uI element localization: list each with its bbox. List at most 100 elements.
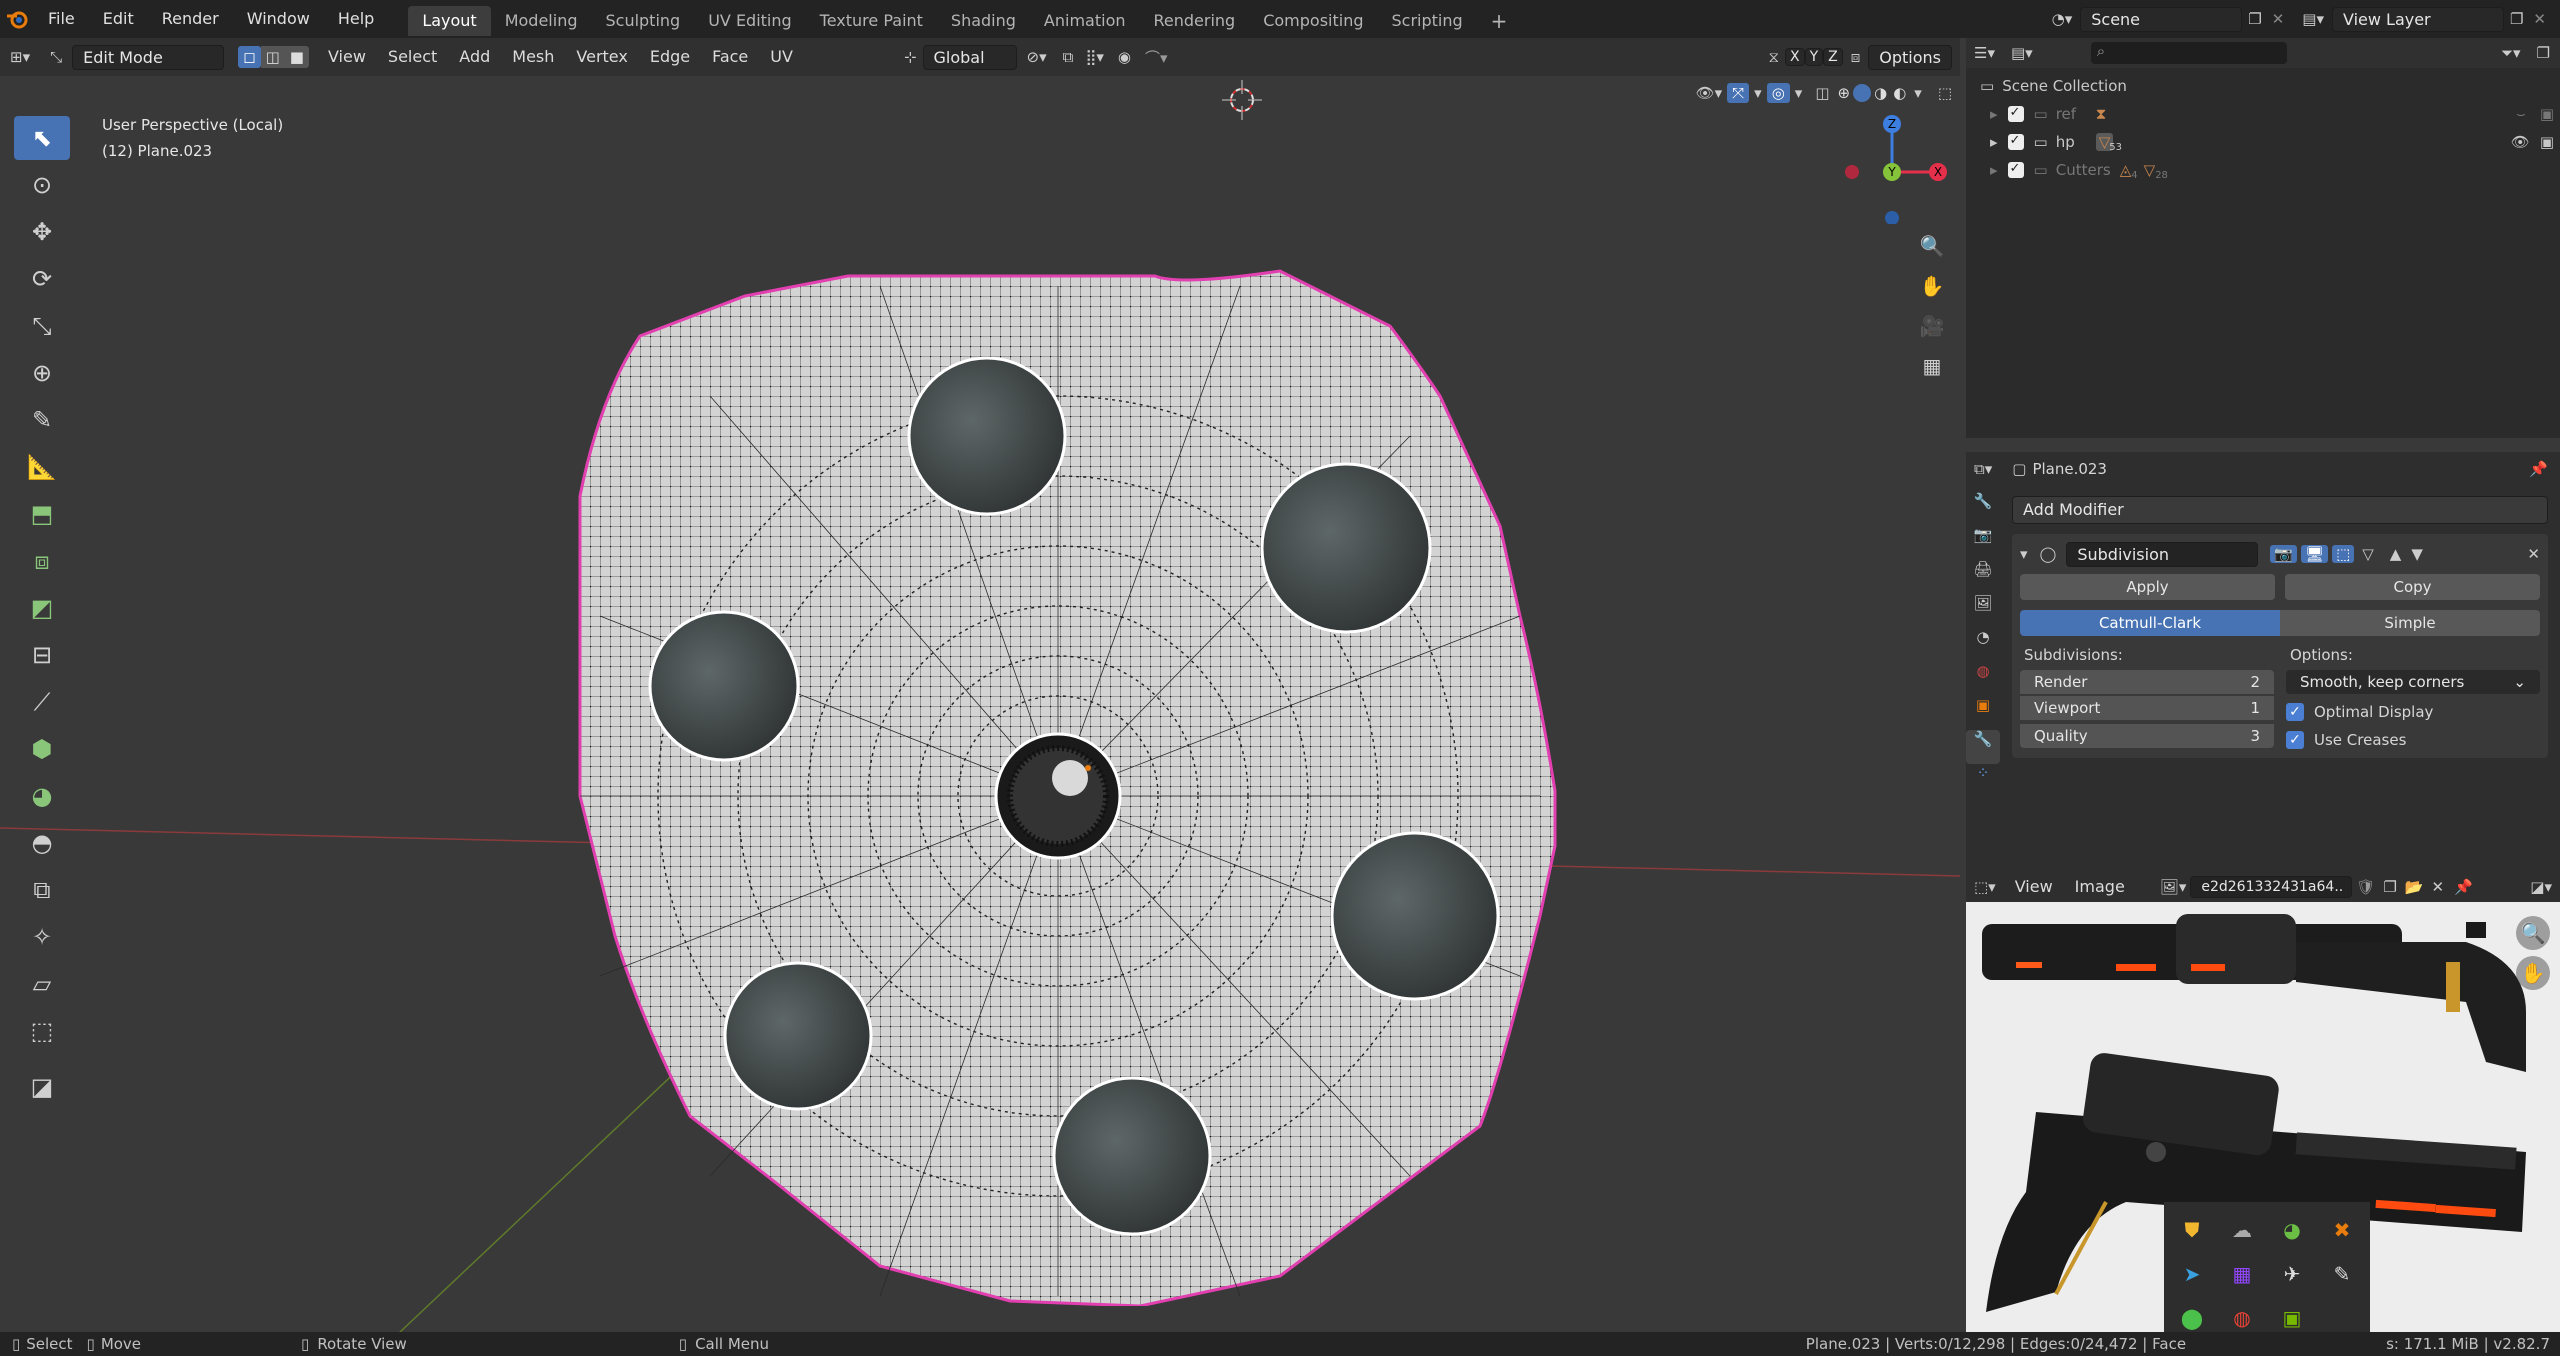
move-down-icon[interactable]: ▼ xyxy=(2411,545,2423,563)
vp-menu-vertex[interactable]: Vertex xyxy=(565,38,638,76)
vp-menu-edge[interactable]: Edge xyxy=(639,38,701,76)
vp-menu-uv[interactable]: UV xyxy=(759,38,804,76)
camera-view-icon[interactable]: 🎥 xyxy=(1912,306,1952,346)
spin-icon[interactable]: ◕ xyxy=(14,774,70,818)
add-modifier-dropdown[interactable]: Add Modifier xyxy=(2012,496,2548,524)
viewport-levels-field[interactable]: Viewport 1 xyxy=(2020,696,2274,720)
show-in-editmode-icon[interactable]: 📷 xyxy=(2270,545,2298,563)
collection-checkbox[interactable] xyxy=(2007,105,2024,122)
rip-icon[interactable]: ⬚ xyxy=(14,1009,70,1053)
transform-icon[interactable]: ⊕ xyxy=(14,351,70,395)
cloud-icon[interactable]: ☁ xyxy=(2222,1210,2262,1250)
use-creases-row[interactable]: ✓ Use Creases xyxy=(2286,728,2540,752)
expand-arrow-icon[interactable]: ▸ xyxy=(1990,133,1998,151)
move-up-icon[interactable]: ▲ xyxy=(2390,545,2402,563)
tab-compositing[interactable]: Compositing xyxy=(1249,6,1377,36)
mode-selector[interactable]: Edit Mode xyxy=(72,44,225,70)
tool-app-icon[interactable]: ✖ xyxy=(2322,1210,2362,1250)
display-mode-icon[interactable]: ▤▾ xyxy=(2003,44,2041,62)
blender-logo-icon[interactable] xyxy=(0,0,34,38)
collection-checkbox[interactable] xyxy=(2007,133,2024,150)
menu-file[interactable]: File xyxy=(34,0,89,38)
knife-icon[interactable]: ⟋ xyxy=(14,680,70,724)
vp-menu-view[interactable]: View xyxy=(317,38,377,76)
menu-edit[interactable]: Edit xyxy=(89,0,148,38)
tab-shading[interactable]: Shading xyxy=(937,6,1030,36)
menu-help[interactable]: Help xyxy=(324,0,388,38)
world-tab-icon[interactable]: ◍ xyxy=(1966,662,2000,696)
use-creases-checkbox[interactable]: ✓ xyxy=(2286,731,2304,749)
pin-icon[interactable]: 📌 xyxy=(2517,460,2560,478)
cursor-icon[interactable]: ⊙ xyxy=(14,163,70,207)
snap-icon[interactable]: ⧉ xyxy=(1057,48,1080,66)
apply-button[interactable]: Apply xyxy=(2020,574,2275,600)
img-menu-view[interactable]: View xyxy=(2004,872,2064,902)
show-editmode-icon[interactable]: ⬚ xyxy=(2332,545,2355,563)
twitch-icon[interactable]: ▦ xyxy=(2222,1254,2262,1294)
tab-sculpting[interactable]: Sculpting xyxy=(591,6,694,36)
render-camera-icon[interactable]: ▣ xyxy=(2540,133,2554,151)
shrink-fatten-icon[interactable]: ✧ xyxy=(14,915,70,959)
tweak-icon[interactable]: ⤡ xyxy=(40,48,72,66)
render-camera-icon[interactable]: ▣ xyxy=(2540,105,2554,123)
tab-texture-paint[interactable]: Texture Paint xyxy=(806,6,937,36)
pan-hand-icon[interactable]: ✋ xyxy=(2516,956,2550,990)
inset-icon[interactable]: ⧈ xyxy=(14,539,70,583)
image-browse-icon[interactable]: 🖼▾ xyxy=(2136,878,2191,896)
render-tab-icon[interactable]: 📷 xyxy=(1966,526,2000,560)
scene-tab-icon[interactable]: ◔ xyxy=(1966,628,2000,662)
delete-scene-icon[interactable]: ✕ xyxy=(2268,10,2295,28)
scale-icon[interactable]: ⤡ xyxy=(14,304,70,348)
hide-eye-icon[interactable]: ⌣ xyxy=(2516,105,2526,123)
shear-icon[interactable]: ▱ xyxy=(14,962,70,1006)
properties-editor-icon[interactable]: ⧉▾ xyxy=(1966,460,2000,478)
display-channels-icon[interactable]: ◪▾ xyxy=(2522,878,2560,896)
navigation-gizmo[interactable]: Z X Y xyxy=(1830,114,1950,224)
bevel-icon[interactable]: ◩ xyxy=(14,586,70,630)
options-dropdown[interactable]: Options xyxy=(1868,44,1952,70)
smooth-icon[interactable]: ◓ xyxy=(14,821,70,865)
pin-icon[interactable]: 📌 xyxy=(2448,878,2479,896)
show-viewport-icon[interactable]: 🖥 xyxy=(2301,545,2329,563)
edge-select-icon[interactable]: ◫ xyxy=(260,46,285,68)
extrude-icon[interactable]: ⬒ xyxy=(14,492,70,536)
fake-user-icon[interactable]: 🛡 xyxy=(2352,878,2379,896)
expand-arrow-icon[interactable]: ▸ xyxy=(1990,161,1998,179)
tab-rendering[interactable]: Rendering xyxy=(1140,6,1250,36)
scene-collection-row[interactable]: ▭ Scene Collection xyxy=(1980,72,2560,100)
poly-build-icon[interactable]: ⬢ xyxy=(14,727,70,771)
outliner-item-ref[interactable]: ▸ ▭ ref ⧗ ⌣ ▣ xyxy=(1980,100,2560,128)
visible-eye-icon[interactable]: 👁 xyxy=(2511,133,2530,151)
optimal-display-row[interactable]: ✓ Optimal Display xyxy=(2286,700,2540,724)
uv-sync-icon[interactable]: ⧈ xyxy=(1843,48,1869,66)
vertex-select-icon[interactable]: ◻ xyxy=(238,46,261,68)
add-workspace-icon[interactable]: + xyxy=(1477,6,1522,36)
outliner-item-cutters[interactable]: ▸ ▭ Cutters ◬ 4 ▽ 28 xyxy=(1980,156,2560,184)
mirror-icon[interactable]: ⧖ xyxy=(1762,48,1785,66)
rotate-icon[interactable]: ⟳ xyxy=(14,257,70,301)
scene-selector[interactable]: Scene xyxy=(2080,6,2243,32)
mesh-cylinder-object[interactable] xyxy=(560,196,1610,1306)
move-icon[interactable]: ✥ xyxy=(14,210,70,254)
chrome-icon[interactable]: ◕ xyxy=(2272,1210,2312,1250)
view-layer-tab-icon[interactable]: 🖼 xyxy=(1966,594,2000,628)
falloff-icon[interactable]: ⌒▾ xyxy=(1139,47,1174,68)
collapse-arrow-icon[interactable]: ▾ xyxy=(2020,545,2028,563)
vp-menu-face[interactable]: Face xyxy=(701,38,759,76)
tab-animation[interactable]: Animation xyxy=(1030,6,1140,36)
ortho-grid-icon[interactable]: ▦ xyxy=(1912,346,1952,386)
quality-field[interactable]: Quality 3 xyxy=(2020,724,2274,748)
select-box-icon[interactable]: ⬉ xyxy=(14,116,70,160)
simple-button[interactable]: Simple xyxy=(2280,610,2540,636)
new-image-icon[interactable]: ❐ xyxy=(2379,878,2400,896)
security-shield-icon[interactable]: ⛊ xyxy=(2172,1210,2212,1250)
object-tab-icon[interactable]: ▣ xyxy=(1966,696,2000,730)
pen-app-icon[interactable]: ✎ xyxy=(2322,1254,2362,1294)
outliner-editor-icon[interactable]: ☰▾ xyxy=(1966,44,2003,62)
zoom-icon[interactable]: 🔍 xyxy=(2516,916,2550,950)
edge-slide-icon[interactable]: ⧉ xyxy=(14,868,70,912)
catmull-clark-button[interactable]: Catmull-Clark xyxy=(2020,610,2280,636)
menu-window[interactable]: Window xyxy=(233,0,324,38)
remove-modifier-icon[interactable]: ✕ xyxy=(2527,545,2540,563)
axis-y-toggle[interactable]: Y xyxy=(1804,48,1824,66)
